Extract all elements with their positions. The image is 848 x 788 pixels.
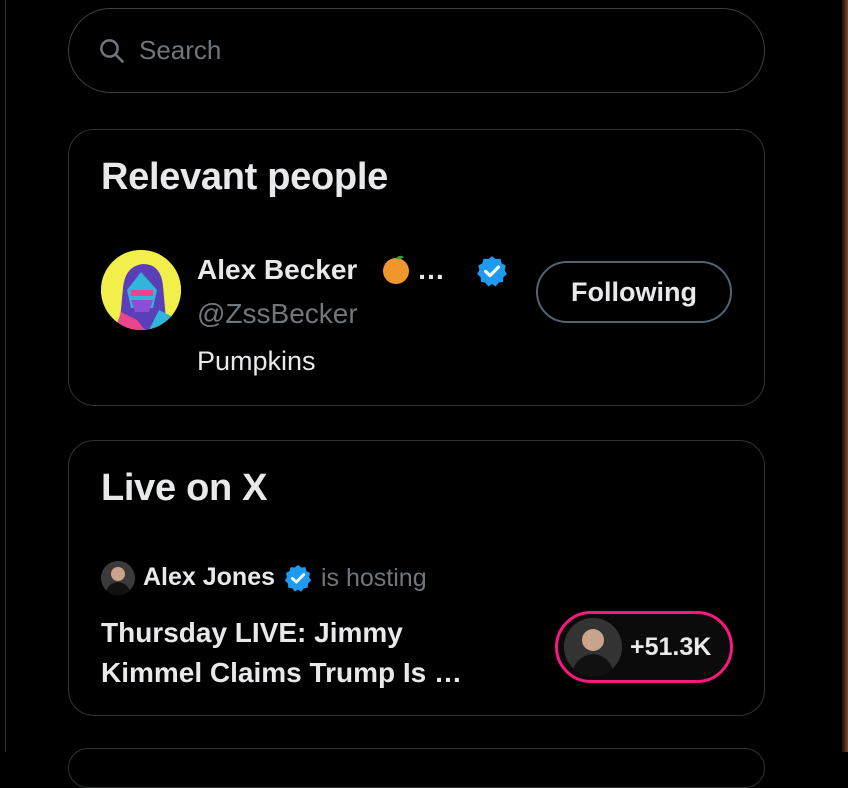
relevant-people-title: Relevant people [101,156,388,198]
avatar-image [101,250,181,330]
listener-avatar [564,618,622,676]
name-truncation: … [417,254,445,285]
person-handle[interactable]: @ZssBecker [197,298,358,330]
search-input[interactable] [137,34,701,67]
host-avatar-image [101,561,135,595]
host-name: Alex Jones [143,563,276,591]
host-status: is hosting [321,564,427,592]
window-edge [842,0,848,752]
avatar[interactable] [101,250,181,330]
search-box[interactable] [68,8,765,93]
listener-avatar-image [564,618,622,676]
search-icon [100,38,124,63]
relevant-people-card: Relevant people Alex Becker … @ZssBecker… [68,129,765,406]
orange-fruit-icon [383,255,409,284]
following-button[interactable]: Following [536,261,732,323]
verified-badge-icon [477,256,507,287]
space-title[interactable]: Thursday LIVE: Jimmy Kimmel Claims Trump… [101,613,511,693]
host-avatar [101,561,135,595]
listener-count: +51.3K [630,632,712,661]
verified-badge-icon [284,564,312,592]
column-divider [5,0,6,752]
sidebar-panel: Relevant people Alex Becker … @ZssBecker… [0,0,848,788]
live-on-x-card[interactable]: Live on X Alex Jones is hosting Thursday… [68,440,765,716]
live-on-x-title: Live on X [101,467,268,509]
next-card [68,748,765,788]
listeners-pill[interactable]: +51.3K [555,611,733,683]
person-bio: Pumpkins [197,346,316,376]
person-name[interactable]: Alex Becker [197,254,357,286]
